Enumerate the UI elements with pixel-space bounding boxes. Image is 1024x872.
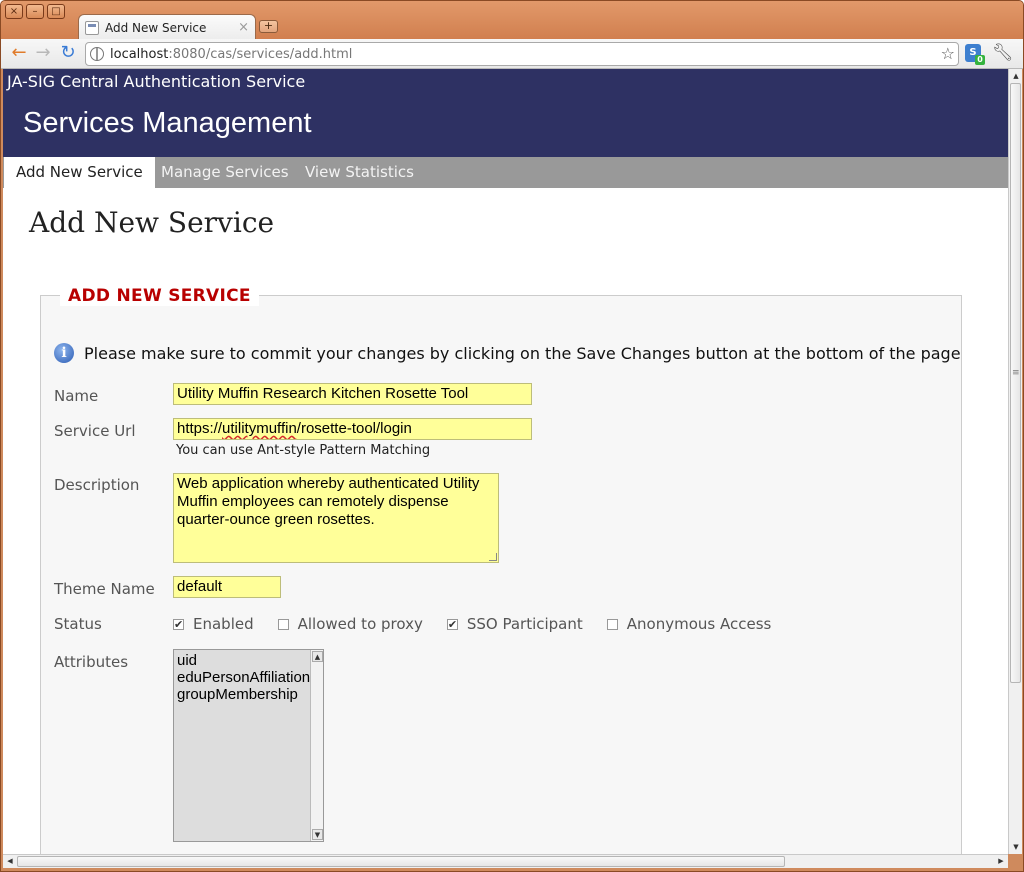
tab-title: Add New Service <box>105 20 207 35</box>
status-anonymous-access[interactable]: Anonymous Access <box>606 615 772 633</box>
allowed-to-proxy-label: Allowed to proxy <box>297 615 423 633</box>
new-tab-button[interactable]: + <box>259 20 278 33</box>
address-bar[interactable]: localhost:8080/cas/services/add.html ☆ <box>85 42 959 66</box>
bookmark-star-icon[interactable]: ☆ <box>941 44 955 63</box>
sso-participant-checkbox[interactable]: ✔ <box>446 618 458 630</box>
window-controls: × – □ <box>5 4 65 19</box>
info-message: i Please make sure to commit your change… <box>54 343 961 363</box>
title-bar: × – □ Add New Service × + <box>1 1 1023 40</box>
maximize-window-button[interactable]: □ <box>47 4 65 19</box>
globe-icon <box>90 47 104 61</box>
attribute-option[interactable]: eduPersonAffiliation <box>174 669 323 686</box>
page-viewport: JA-SIG Central Authentication Service Se… <box>3 69 1008 854</box>
service-url-scheme: https:// <box>177 420 223 437</box>
nav-item-manage-services[interactable]: Manage Services <box>149 157 301 188</box>
resize-grip-icon[interactable] <box>489 553 497 561</box>
enabled-checkbox[interactable]: ✔ <box>173 618 184 630</box>
app-title: Services Management <box>23 107 312 139</box>
listbox-scrollbar[interactable]: ▲ ▼ <box>310 650 323 841</box>
site-header: JA-SIG Central Authentication Service Se… <box>3 69 1008 157</box>
scroll-up-icon[interactable]: ▲ <box>312 651 323 662</box>
reload-icon[interactable]: ↻ <box>58 43 78 63</box>
tab-close-icon[interactable]: × <box>238 20 249 35</box>
anonymous-access-label: Anonymous Access <box>626 615 772 633</box>
page-horizontal-scrollbar[interactable]: ◀ ▶ <box>3 854 1008 868</box>
attribute-option[interactable]: groupMembership <box>174 686 323 703</box>
scroll-right-icon[interactable]: ▶ <box>995 855 1007 867</box>
page-favicon-icon <box>85 20 99 35</box>
status-label: Status <box>54 615 102 633</box>
anonymous-access-checkbox[interactable] <box>606 618 618 630</box>
back-arrow-icon[interactable]: ← <box>9 43 29 63</box>
extension-icon[interactable]: S <box>965 44 985 65</box>
browser-toolbar: ← → ↻ localhost:8080/cas/services/add.ht… <box>1 39 1023 69</box>
service-url-path: /rosette-tool/login <box>296 420 412 437</box>
status-allowed-to-proxy[interactable]: Allowed to proxy <box>277 615 423 633</box>
status-sso-participant[interactable]: ✔ SSO Participant <box>446 615 583 633</box>
allowed-to-proxy-checkbox[interactable] <box>277 618 289 630</box>
info-icon: i <box>54 343 74 363</box>
fieldset-legend: ADD NEW SERVICE <box>60 286 259 306</box>
service-url-hint: You can use Ant-style Pattern Matching <box>176 443 431 458</box>
service-url-host: utilitymuffin <box>222 420 297 437</box>
nav-item-add-new-service[interactable]: Add New Service <box>4 157 155 188</box>
name-input[interactable]: Utility Muffin Research Kitchen Rosette … <box>173 383 532 405</box>
theme-name-input[interactable]: default <box>173 576 281 598</box>
name-label: Name <box>54 387 99 405</box>
service-url-input[interactable]: https://utilitymuffin/rosette-tool/login <box>173 418 532 440</box>
description-textarea[interactable]: Web application whereby authenticated Ut… <box>173 473 499 563</box>
page-vertical-scrollbar[interactable]: ▲ ▼ <box>1008 69 1022 854</box>
scroll-down-icon[interactable]: ▼ <box>312 829 323 840</box>
attribute-option[interactable]: uid <box>174 652 323 669</box>
service-url-label: Service Url <box>54 422 136 440</box>
enabled-label: Enabled <box>193 615 254 633</box>
description-text: Web application whereby authenticated Ut… <box>177 475 480 528</box>
minimize-window-button[interactable]: – <box>26 4 44 19</box>
wrench-icon[interactable]: 🔧︎ <box>992 43 1014 63</box>
url-path: :8080/cas/services/add.html <box>168 46 353 62</box>
page-title: Add New Service <box>29 206 275 239</box>
info-text: Please make sure to commit your changes … <box>84 343 961 363</box>
attributes-listbox[interactable]: uid eduPersonAffiliation groupMembership… <box>173 649 324 842</box>
attributes-label: Attributes <box>54 653 129 671</box>
horizontal-scroll-thumb[interactable] <box>17 856 785 867</box>
theme-name-label: Theme Name <box>54 580 155 598</box>
status-options: ✔ Enabled Allowed to proxy ✔ SSO Partici… <box>173 615 795 633</box>
browser-tab[interactable]: Add New Service × <box>78 14 256 40</box>
status-enabled[interactable]: ✔ Enabled <box>173 615 254 633</box>
scroll-left-icon[interactable]: ◀ <box>4 855 16 867</box>
main-nav: Add New Service Manage Services View Sta… <box>3 157 1008 188</box>
url-host: localhost <box>110 46 169 62</box>
description-label: Description <box>54 476 140 494</box>
forward-arrow-icon[interactable]: → <box>33 43 53 63</box>
sso-participant-label: SSO Participant <box>466 615 583 633</box>
scroll-up-icon[interactable]: ▲ <box>1010 70 1022 82</box>
scroll-down-icon[interactable]: ▼ <box>1010 841 1022 853</box>
close-window-button[interactable]: × <box>5 4 23 19</box>
vertical-scroll-thumb[interactable] <box>1010 83 1021 683</box>
site-name: JA-SIG Central Authentication Service <box>7 72 306 91</box>
nav-item-view-statistics[interactable]: View Statistics <box>293 157 426 188</box>
